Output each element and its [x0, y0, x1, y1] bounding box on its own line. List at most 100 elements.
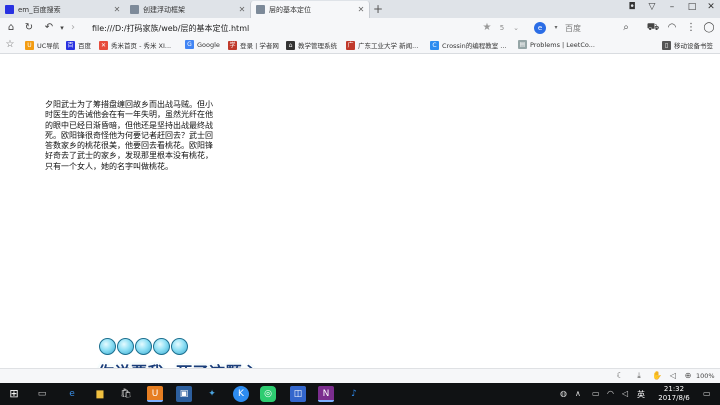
app-icon[interactable]: ▣ [176, 386, 192, 402]
address-bar[interactable]: file:///D:/打码家族/web/层的基本定位.html [78, 20, 528, 36]
tab-strip: em_百度搜索 ✕ 创建浮动框架 ✕ 层的基本定位 ✕ + ◘ ▽ – □ ✕ [0, 0, 720, 18]
doc-icon: ▤ [518, 40, 527, 49]
back-icon[interactable]: ↶ [42, 21, 56, 35]
bookmark-label: 登录 | 学者网 [240, 42, 279, 50]
new-tab-button[interactable]: + [373, 2, 383, 16]
hand-icon[interactable]: ✋ [651, 371, 663, 380]
search-placeholder: 百度 [565, 24, 581, 33]
star-icon[interactable]: ★ [480, 21, 494, 35]
bubble-icon [153, 338, 170, 355]
bookmark-star-icon[interactable]: ☆ [3, 38, 17, 52]
k-app-icon[interactable]: K [233, 386, 249, 402]
home-icon[interactable]: ⌂ [4, 21, 18, 35]
notification-icon[interactable]: ▭ [703, 389, 711, 398]
close-icon[interactable]: ✕ [356, 5, 366, 14]
baidu-icon: 百 [66, 40, 75, 50]
clock[interactable]: 21:32 2017/8/6 [652, 385, 696, 403]
tab-floating-frame[interactable]: 创建浮动框架 ✕ [125, 1, 250, 18]
windows-start-icon[interactable]: ⊞ [6, 386, 22, 402]
bookmark-label: 教学管理系统 [298, 42, 337, 50]
search-engine-icon[interactable]: e [534, 22, 546, 34]
bookmark-leetcode[interactable]: ▤ Problems | LeetCo... [518, 40, 595, 49]
bookmark-label: 广东工业大学 新闻... [358, 42, 419, 50]
night-mode-icon[interactable]: ☾ [614, 371, 626, 380]
battery-icon[interactable]: ▭ [592, 389, 600, 398]
taskbar: ⊞ ▭ e ▆ 🛍 U ▣ ✦ K ◎ ◫ N ♪ ◍ ∧ ▭ ◠ ◁ 英 21… [0, 383, 720, 405]
search-icon[interactable]: ⌕ [619, 21, 633, 35]
tray-up-icon[interactable]: ∧ [575, 389, 581, 398]
bubble-icon [117, 338, 134, 355]
bookmark-mobile[interactable]: ▯ 移动设备书签 [662, 40, 713, 50]
tab-title: 层的基本定位 [269, 5, 311, 14]
google-icon: G [185, 40, 194, 49]
close-icon[interactable]: ✕ [237, 5, 247, 14]
bookmark-xiumi[interactable]: ✕ 秀米首页 - 秀米 XI... [99, 40, 171, 50]
task-view-icon[interactable]: ▭ [34, 386, 50, 402]
minimize-icon[interactable]: – [665, 2, 679, 12]
ime-indicator[interactable]: 英 [637, 389, 645, 400]
page-icon [130, 5, 139, 14]
wifi-icon[interactable]: ◠ [665, 21, 679, 35]
network-icon[interactable]: ◠ [607, 389, 614, 398]
bookmark-label: Google [197, 40, 220, 49]
bookmark-crossin[interactable]: C Crossin的编程教室 ... [430, 40, 507, 50]
bookmark-label: Crossin的编程教室 ... [442, 42, 507, 50]
bookmark-scholar[interactable]: 学 登录 | 学者网 [228, 40, 279, 50]
bookmark-label: Problems | LeetCo... [530, 40, 595, 49]
tab-baidu-search[interactable]: em_百度搜索 ✕ [0, 1, 125, 18]
mobile-icon: ▯ [662, 40, 671, 50]
bookmark-label: 百度 [78, 42, 91, 50]
bookmarks-bar: ☆ U UC导航 百 百度 ✕ 秀米首页 - 秀米 XI... G Google… [0, 38, 720, 54]
maximize-icon[interactable]: □ [685, 2, 699, 12]
tab-title: em_百度搜索 [18, 5, 61, 14]
url-text[interactable]: file:///D:/打码家族/web/层的基本定位.html [92, 23, 249, 34]
scholar-icon: 学 [228, 40, 237, 50]
bubble-icon [99, 338, 116, 355]
pin-icon[interactable]: ▽ [645, 2, 659, 12]
tab-layer-positioning[interactable]: 层的基本定位 ✕ [250, 1, 370, 18]
star-count: 5 [499, 24, 505, 32]
tab-title: 创建浮动框架 [143, 5, 185, 14]
profile-icon[interactable]: ◯ [702, 21, 716, 35]
close-icon[interactable]: ✕ [112, 5, 122, 14]
zoom-icon[interactable]: ⊕ [682, 371, 694, 380]
uc-browser-icon[interactable]: U [147, 386, 163, 402]
onenote-icon[interactable]: N [318, 386, 334, 402]
chevron-down-icon[interactable]: ⌄ [509, 21, 523, 35]
refresh-icon[interactable]: ↻ [22, 21, 36, 35]
bookmark-google[interactable]: G Google [185, 40, 220, 49]
bubble-icon [135, 338, 152, 355]
bookmark-uc-nav[interactable]: U UC导航 [25, 40, 59, 50]
download-icon[interactable]: ⤓ [633, 371, 645, 381]
shield-icon[interactable]: ◘ [625, 2, 639, 12]
xiumi-icon: ✕ [99, 40, 108, 50]
close-window-icon[interactable]: ✕ [704, 2, 718, 12]
clock-time: 21:32 [663, 385, 685, 393]
dw-icon[interactable]: ◫ [290, 386, 306, 402]
chevron-down-icon[interactable]: ▾ [549, 21, 563, 35]
page-icon [256, 5, 265, 14]
bookmark-gdut-news[interactable]: 广 广东工业大学 新闻... [346, 40, 418, 50]
story-paragraph: 夕阳武士为了筹措盘缠回故乡而出战马贼。但小时医生的告诫他会在有一年失明，虽然光纤… [45, 100, 213, 171]
baidu-icon [5, 5, 14, 14]
search-input[interactable]: e ▾ 百度 ⌕ [531, 20, 641, 36]
wechat-icon[interactable]: ◎ [260, 386, 276, 402]
file-explorer-icon[interactable]: ▆ [92, 386, 108, 402]
edge-icon[interactable]: e [64, 386, 80, 402]
store-icon[interactable]: 🛍 [118, 386, 134, 402]
zoom-level[interactable]: 100% [696, 372, 715, 380]
bookmark-baidu[interactable]: 百 百度 [66, 40, 91, 50]
bookmark-teaching-system[interactable]: ⌂ 教学管理系统 [286, 40, 337, 50]
mute-icon[interactable]: ◁ [667, 371, 679, 380]
status-bar: ☾ ⤓ ✋ ◁ ⊕ 100% [0, 368, 720, 383]
bookmark-label: UC导航 [37, 42, 60, 50]
cart-icon[interactable]: ⛟ [646, 21, 660, 35]
user-icon[interactable]: ◍ [560, 389, 567, 398]
menu-icon[interactable]: ⋮ [684, 21, 698, 35]
volume-icon[interactable]: ◁ [622, 389, 628, 398]
clock-date: 2017/8/6 [658, 394, 690, 402]
bird-icon[interactable]: ✦ [204, 386, 220, 402]
music-icon[interactable]: ♪ [346, 386, 362, 402]
bookmark-label: 秀米首页 - 秀米 XI... [111, 42, 172, 50]
crossin-icon: C [430, 40, 439, 50]
